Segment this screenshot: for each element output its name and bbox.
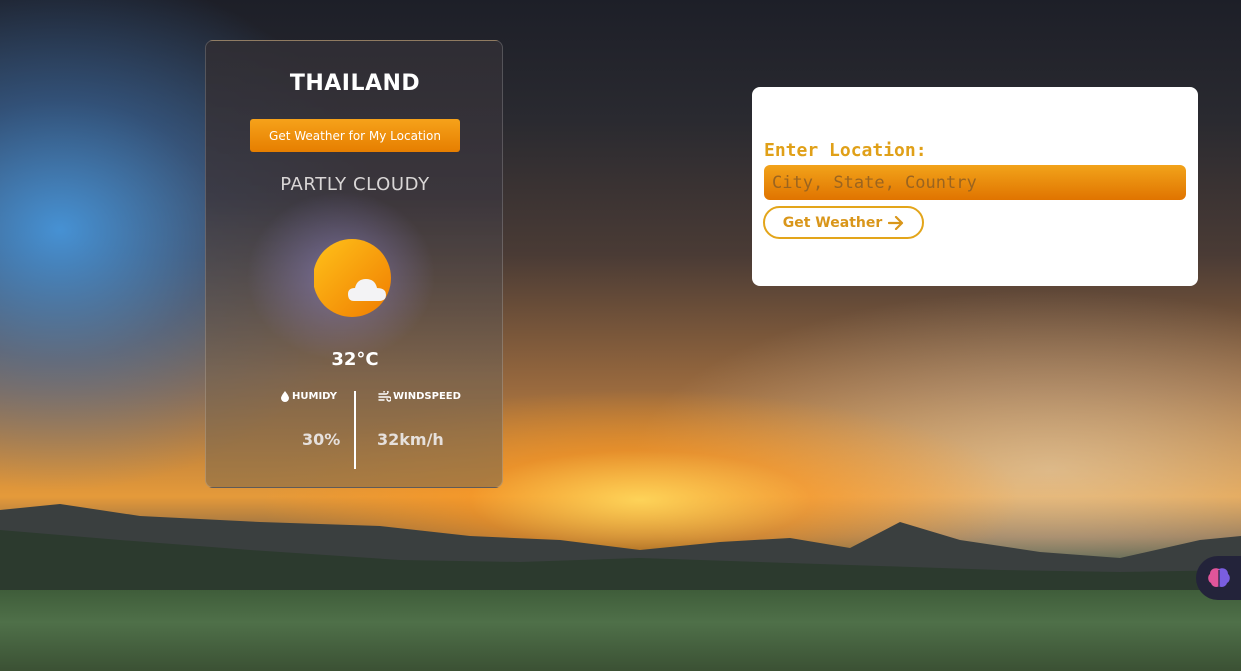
partly-cloudy-icon <box>314 239 391 317</box>
search-panel: Enter Location: Get Weather <box>752 87 1198 286</box>
humidity-label-text: HUMIDY <box>292 391 337 402</box>
humidity-value: 30% <box>302 430 341 449</box>
wind-label-text: WINDSPEED <box>393 391 461 402</box>
wind-label: WINDSPEED <box>378 391 461 402</box>
grassland <box>0 590 1241 671</box>
weather-card: THAILAND Get Weather for My Location PAR… <box>205 40 503 488</box>
wind-icon <box>378 391 391 402</box>
assistant-widget-button[interactable] <box>1196 556 1241 600</box>
brain-icon <box>1207 568 1230 587</box>
droplet-icon <box>281 391 289 402</box>
get-weather-label: Get Weather <box>782 214 883 231</box>
arrow-right-icon <box>888 215 904 230</box>
weather-condition: PARTLY CLOUDY <box>280 174 430 195</box>
humidity-label: HUMIDY <box>280 391 337 402</box>
wind-value: 32km/h <box>377 430 444 449</box>
temperature: 32°C <box>331 349 379 370</box>
location-label: Enter Location: <box>764 140 927 161</box>
get-weather-button[interactable]: Get Weather <box>763 206 924 239</box>
country-name: THAILAND <box>289 71 421 96</box>
stats-divider <box>354 391 356 469</box>
get-my-location-button[interactable]: Get Weather for My Location <box>250 119 460 152</box>
location-input[interactable] <box>764 165 1186 200</box>
